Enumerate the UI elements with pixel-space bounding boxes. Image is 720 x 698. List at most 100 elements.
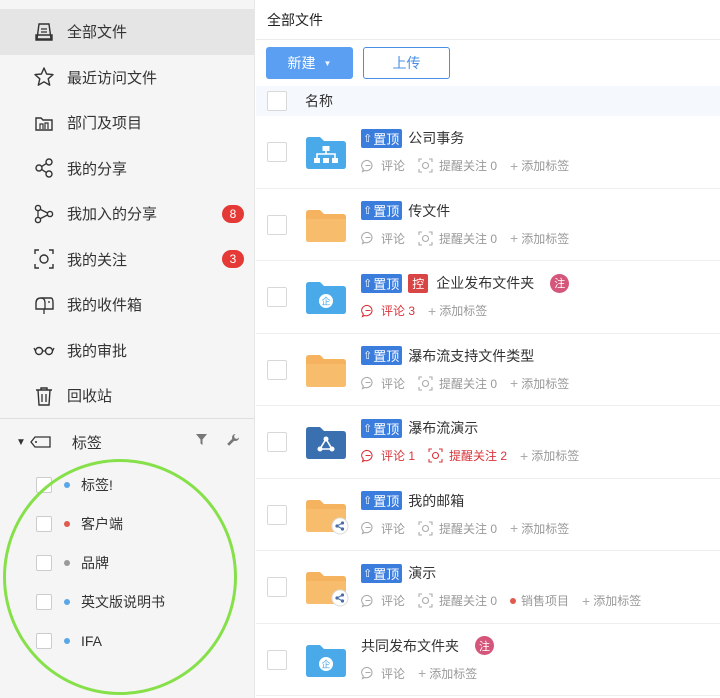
all-files-icon — [32, 20, 56, 44]
sidebar-item-8[interactable]: 我的审批 — [0, 328, 254, 374]
row-checkbox[interactable] — [267, 577, 287, 597]
tag-label: 品牌 — [81, 554, 109, 571]
add-tag-action[interactable]: + 添加标签 — [510, 520, 569, 537]
pin-arrow-icon: ⇧ — [363, 205, 373, 217]
remind-action[interactable]: 提醒关注 2 — [428, 447, 507, 464]
control-badge: 控 — [408, 273, 429, 293]
remind-action[interactable]: 提醒关注 0 — [418, 520, 497, 537]
note-badge[interactable]: 注 — [475, 636, 494, 655]
file-row[interactable]: 企 共同发布文件夹注评论 + 添加标签 — [256, 624, 720, 696]
tag-item[interactable]: 标签! — [0, 465, 254, 504]
file-name[interactable]: 我的邮箱 — [408, 491, 464, 511]
row-meta: 评论 提醒关注 0 + 添加标签 — [361, 375, 582, 392]
pin-arrow-icon: ⇧ — [363, 567, 373, 580]
svg-text:企: 企 — [321, 658, 330, 670]
row-checkbox[interactable] — [267, 142, 287, 162]
row-checkbox[interactable] — [267, 359, 287, 380]
add-tag-action[interactable]: + 添加标签 — [582, 592, 641, 609]
file-row[interactable]: 企 ⇧ 置顶控企业发布文件夹注评论 3 + 添加标签 — [256, 261, 720, 334]
tag-checkbox[interactable] — [36, 593, 52, 610]
tag-checkbox[interactable] — [36, 632, 52, 649]
upload-button[interactable]: 上传 — [363, 47, 450, 79]
sidebar-item-4[interactable]: 我的分享 — [0, 146, 254, 192]
count-badge: 8 — [222, 204, 244, 223]
file-name[interactable]: 传文件 — [408, 201, 450, 221]
add-tag-action[interactable]: + 添加标签 — [510, 375, 569, 392]
approval-icon — [32, 338, 56, 362]
file-name[interactable]: 企业发布文件夹 — [436, 273, 534, 293]
tag-checkbox[interactable] — [36, 476, 52, 493]
row-checkbox[interactable] — [267, 287, 287, 307]
new-button-label: 新建 — [287, 55, 316, 71]
remind-action[interactable]: 提醒关注 0 — [418, 157, 497, 174]
department-icon — [32, 111, 56, 135]
comment-action[interactable]: 评论 — [361, 520, 405, 537]
add-tag-action[interactable]: + 添加标签 — [510, 230, 569, 247]
tag-checkbox[interactable] — [36, 554, 52, 571]
remind-action[interactable]: 提醒关注 0 — [418, 592, 497, 609]
add-tag-action[interactable]: + 添加标签 — [510, 157, 569, 174]
file-name[interactable]: 演示 — [408, 563, 436, 583]
meta-label: 添加标签 — [521, 231, 570, 246]
row-checkbox[interactable] — [267, 504, 287, 525]
file-row[interactable]: ⇧ 置顶 公司事务 评论 提醒关注 0 + 添加标签 — [256, 116, 720, 189]
trash-icon — [32, 384, 56, 408]
row-checkbox[interactable] — [267, 649, 287, 670]
remind-action[interactable]: 提醒关注 0 — [418, 375, 497, 392]
filter-icon[interactable] — [195, 433, 208, 451]
note-badge[interactable]: 注 — [550, 273, 570, 293]
add-tag-action[interactable]: + 添加标签 — [520, 447, 579, 464]
tags-header[interactable]: ▼ 标签 — [0, 419, 254, 465]
file-row[interactable]: ⇧ 置顶 传文件 评论 提醒关注 0 + 添加标签 — [256, 189, 720, 261]
file-name[interactable]: 共同发布文件夹 — [361, 636, 459, 656]
sidebar-item-3[interactable]: 部门及项目 — [0, 100, 254, 146]
sidebar-item-5[interactable]: 我加入的分享 8 — [0, 191, 254, 237]
row-tag[interactable]: 销售项目 — [510, 592, 569, 609]
comment-action[interactable]: 评论 — [361, 665, 405, 682]
toolbar: 新建 ▼ 上传 — [256, 40, 720, 86]
tag-item[interactable]: 客户端 — [0, 504, 254, 543]
tag-list: 标签! 客户端品牌英文版说明书 IFA — [0, 465, 254, 660]
comment-action[interactable]: 评论 — [361, 230, 405, 247]
file-row[interactable]: ⇧ 置顶 瀑布流支持文件类型 评论 提醒关注 0 + 添加标签 — [256, 334, 720, 406]
sidebar-item-1[interactable]: 全部文件 — [0, 9, 254, 55]
sidebar-item-6[interactable]: 我的关注 3 — [0, 237, 254, 283]
select-all-checkbox[interactable] — [267, 91, 287, 111]
tag-item[interactable]: 英文版说明书 — [0, 582, 254, 621]
main-panel: 全部文件 新建 ▼ 上传 名称 ⇧ 置顶 公司事务 评论 提醒关注 0 + 添加标签 ⇧ 置顶传… — [256, 0, 720, 698]
comment-action[interactable]: 评论 — [361, 592, 405, 609]
add-tag-action[interactable]: + 添加标签 — [418, 665, 477, 682]
new-button[interactable]: 新建 ▼ — [266, 47, 353, 79]
comment-action[interactable]: 评论 — [361, 375, 405, 392]
file-name[interactable]: 瀑布流支持文件类型 — [408, 346, 534, 366]
file-name[interactable]: 瀑布流演示 — [408, 418, 478, 438]
remind-action[interactable]: 提醒关注 0 — [418, 230, 497, 247]
comment-action[interactable]: 评论 3 — [361, 302, 415, 319]
sidebar-item-7[interactable]: 我的收件箱 — [0, 282, 254, 328]
wrench-icon[interactable] — [226, 433, 240, 451]
row-title: 共同发布文件夹注 — [361, 636, 494, 656]
tag-item[interactable]: IFA — [0, 621, 254, 660]
comment-action[interactable]: 评论 1 — [361, 447, 415, 464]
add-tag-action[interactable]: + 添加标签 — [428, 302, 487, 319]
file-row[interactable]: ⇧ 置顶 我的邮箱 评论 提醒关注 0 + 添加标签 — [256, 479, 720, 551]
comment-action[interactable]: 评论 — [361, 157, 405, 174]
sidebar-item-9[interactable]: 回收站 — [0, 373, 254, 419]
sidebar: 全部文件 最近访问文件 部门及项目 我的分享 我加入的分享 8 我的关注 3 我的收件箱 我的审批… — [0, 0, 255, 698]
meta-label: 添加标签 — [531, 449, 580, 463]
tag-checkbox[interactable] — [36, 515, 52, 532]
row-checkbox[interactable] — [267, 214, 287, 235]
tag-item[interactable]: 品牌 — [0, 543, 254, 582]
file-row[interactable]: ⇧ 置顶 演示 评论 提醒关注 0 销售项目 + 添加标签 — [256, 551, 720, 624]
meta-label: 提醒关注 2 — [449, 449, 508, 463]
file-row[interactable]: ⇧ 置顶 瀑布流演示 评论 1 提醒关注 2 + 添加标签 — [256, 406, 720, 479]
comment-icon — [361, 231, 373, 245]
meta-label: 销售项目 — [521, 594, 570, 608]
caret-down-icon[interactable]: ▼ — [16, 437, 26, 448]
row-checkbox[interactable] — [267, 432, 287, 452]
sidebar-item-2[interactable]: 最近访问文件 — [0, 55, 254, 101]
meta-label: 提醒关注 0 — [439, 376, 498, 391]
file-name[interactable]: 公司事务 — [408, 128, 464, 148]
tag-label: 客户端 — [81, 515, 123, 532]
comment-icon — [361, 666, 373, 680]
